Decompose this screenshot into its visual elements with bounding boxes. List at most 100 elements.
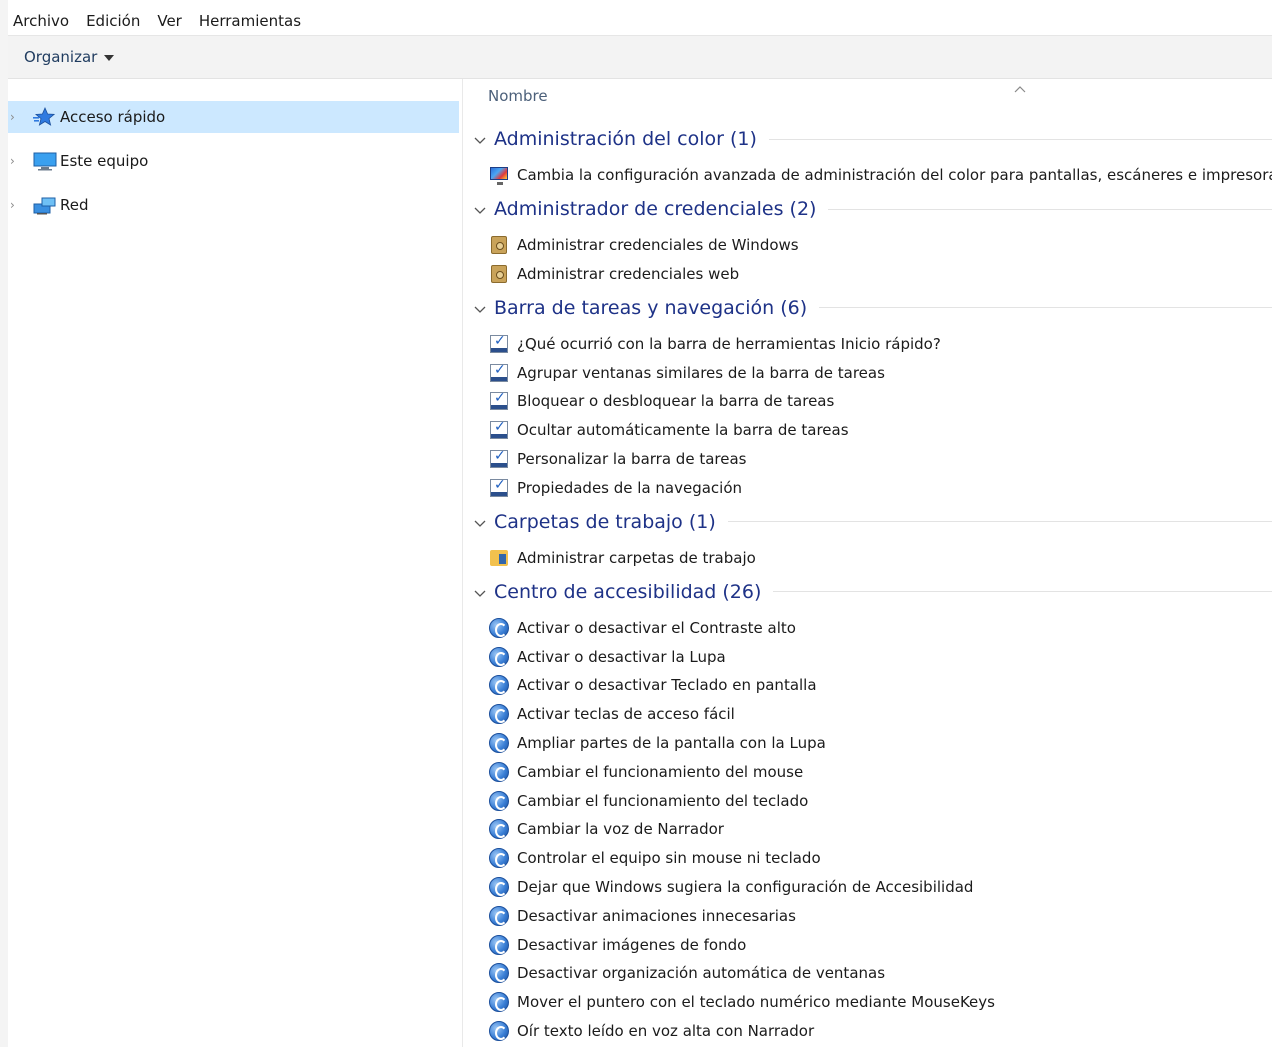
collapse-chevron-icon[interactable]: [473, 132, 487, 146]
list-item-label: Personalizar la barra de tareas: [517, 450, 747, 468]
expand-chevron-icon[interactable]: ›: [10, 198, 22, 212]
credential-vault-icon: [489, 235, 509, 255]
accessibility-icon: [489, 819, 509, 840]
network-icon: [33, 195, 57, 215]
collapse-chevron-icon[interactable]: [473, 585, 487, 599]
accessibility-icon: [489, 877, 509, 897]
navigation-pane: › Acceso rápido › Este equipo › Red: [8, 79, 462, 1047]
list-item-label: Controlar el equipo sin mouse ni teclado: [517, 849, 821, 868]
accessibility-icon: [489, 761, 509, 782]
list-item[interactable]: Propiedades de la navegación: [489, 474, 742, 502]
expand-chevron-icon[interactable]: ›: [10, 110, 22, 124]
list-item-label: Cambiar la voz de Narrador: [517, 820, 724, 839]
accessibility-icon: [489, 1021, 509, 1041]
nav-item-este-equipo[interactable]: › Este equipo: [8, 145, 459, 177]
list-item[interactable]: Cambiar la voz de Narrador: [489, 815, 724, 843]
list-item-label: Activar teclas de acceso fácil: [517, 705, 735, 724]
list-item[interactable]: Desactivar animaciones innecesarias: [489, 902, 796, 930]
list-item[interactable]: Dejar que Windows sugiera la configuraci…: [489, 873, 973, 901]
accessibility-icon: [489, 790, 509, 811]
nav-item-red[interactable]: › Red: [8, 189, 459, 221]
list-item[interactable]: ¿Qué ocurrió con la barra de herramienta…: [489, 330, 941, 358]
column-header-nombre[interactable]: Nombre: [488, 87, 548, 105]
group-header[interactable]: Administrador de credenciales (2): [473, 195, 1272, 223]
collapse-chevron-icon[interactable]: [473, 301, 487, 315]
list-item[interactable]: Activar o desactivar el Contraste alto: [489, 614, 796, 642]
accessibility-icon: [489, 848, 509, 869]
list-item-label: Bloquear o desbloquear la barra de tarea…: [517, 392, 835, 411]
group-title: Administración del color (1): [494, 128, 757, 150]
list-item[interactable]: Mover el puntero con el teclado numérico…: [489, 988, 995, 1016]
list-item[interactable]: Administrar credenciales de Windows: [489, 231, 799, 259]
color-management-icon: [489, 165, 509, 185]
computer-icon: [33, 151, 57, 171]
list-item[interactable]: Cambia la configuración avanzada de admi…: [489, 161, 1272, 189]
list-item-label: Administrar credenciales web: [517, 264, 740, 283]
group-divider: [773, 591, 1272, 593]
list-item[interactable]: Ocultar automáticamente la barra de tare…: [489, 416, 849, 444]
accessibility-icon: [489, 733, 509, 753]
group-divider: [819, 307, 1272, 309]
group-title: Centro de accesibilidad (26): [494, 580, 762, 603]
accessibility-icon: [489, 646, 509, 667]
list-item-label: Ampliar partes de la pantalla con la Lup…: [517, 734, 826, 752]
list-item[interactable]: Cambiar el funcionamiento del teclado: [489, 787, 808, 815]
nav-label: Red: [60, 196, 89, 214]
menu-herramientas[interactable]: Herramientas: [194, 7, 311, 35]
list-item-label: Mover el puntero con el teclado numérico…: [517, 993, 995, 1012]
nav-label: Este equipo: [60, 152, 149, 170]
list-item[interactable]: Oír texto leído en voz alta con Narrador: [489, 1017, 814, 1045]
list-item[interactable]: Ampliar partes de la pantalla con la Lup…: [489, 729, 826, 757]
group-title: Administrador de credenciales (2): [494, 198, 817, 220]
list-item-label: ¿Qué ocurrió con la barra de herramienta…: [517, 334, 941, 353]
list-item[interactable]: Administrar credenciales web: [489, 260, 739, 288]
accessibility-icon: [489, 675, 509, 696]
list-item[interactable]: Desactivar imágenes de fondo: [489, 931, 746, 959]
list-item[interactable]: Activar o desactivar la Lupa: [489, 643, 726, 671]
organize-label: Organizar: [24, 48, 98, 66]
group-header[interactable]: Carpetas de trabajo (1): [473, 508, 1272, 536]
accessibility-icon: [489, 963, 509, 984]
list-item-label: Activar o desactivar el Contraste alto: [517, 618, 796, 637]
group-header[interactable]: Barra de tareas y navegación (6): [473, 294, 1272, 322]
list-item-label: Agrupar ventanas similares de la barra d…: [517, 363, 885, 382]
collapse-chevron-icon[interactable]: [473, 515, 487, 529]
menu-archivo[interactable]: Archivo: [8, 7, 79, 35]
list-item[interactable]: Desactivar organización automática de ve…: [489, 959, 885, 987]
accessibility-icon: [489, 992, 509, 1013]
list-item-label: Cambiar el funcionamiento del teclado: [517, 791, 809, 810]
collapse-chevron-icon[interactable]: [473, 202, 487, 216]
list-item[interactable]: Administrar carpetas de trabajo: [489, 544, 756, 572]
list-item[interactable]: Controlar el equipo sin mouse ni teclado: [489, 844, 821, 872]
list-item[interactable]: Activar teclas de acceso fácil: [489, 700, 735, 728]
menu-bar: Archivo Edición Ver Herramientas: [8, 7, 1272, 36]
accessibility-icon: [489, 617, 509, 638]
list-item[interactable]: Activar o desactivar Teclado en pantalla: [489, 671, 817, 699]
sort-ascending-icon: [1013, 79, 1027, 93]
nav-label: Acceso rápido: [60, 108, 166, 126]
window-left-edge: [0, 0, 8, 1047]
list-item[interactable]: Personalizar la barra de tareas: [489, 445, 746, 473]
expand-chevron-icon[interactable]: ›: [10, 154, 22, 168]
group-title: Carpetas de trabajo (1): [494, 510, 716, 533]
nav-item-acceso-rapido[interactable]: › Acceso rápido: [8, 101, 459, 133]
menu-ver[interactable]: Ver: [152, 7, 192, 35]
window-top-edge: [0, 0, 1272, 7]
group-divider: [768, 138, 1272, 140]
menu-edicion[interactable]: Edición: [81, 7, 150, 35]
quick-access-star-icon: [33, 106, 57, 127]
list-item-label: Activar o desactivar la Lupa: [517, 647, 726, 666]
group-header[interactable]: Administración del color (1): [473, 125, 1272, 153]
list-item[interactable]: Bloquear o desbloquear la barra de tarea…: [489, 387, 834, 415]
taskbar-icon: [489, 448, 509, 469]
group-divider: [727, 521, 1272, 523]
organize-button[interactable]: Organizar: [24, 48, 115, 66]
group-header[interactable]: Centro de accesibilidad (26): [473, 578, 1272, 606]
accessibility-icon: [489, 934, 509, 955]
chevron-down-icon: [104, 55, 115, 61]
list-item[interactable]: Agrupar ventanas similares de la barra d…: [489, 359, 885, 387]
content-pane: Nombre Administración del color (1) Cambi…: [463, 79, 1272, 1047]
work-folders-icon: [489, 548, 509, 568]
list-item[interactable]: Cambiar el funcionamiento del mouse: [489, 758, 803, 786]
list-item-label: Dejar que Windows sugiera la configuraci…: [517, 878, 974, 896]
